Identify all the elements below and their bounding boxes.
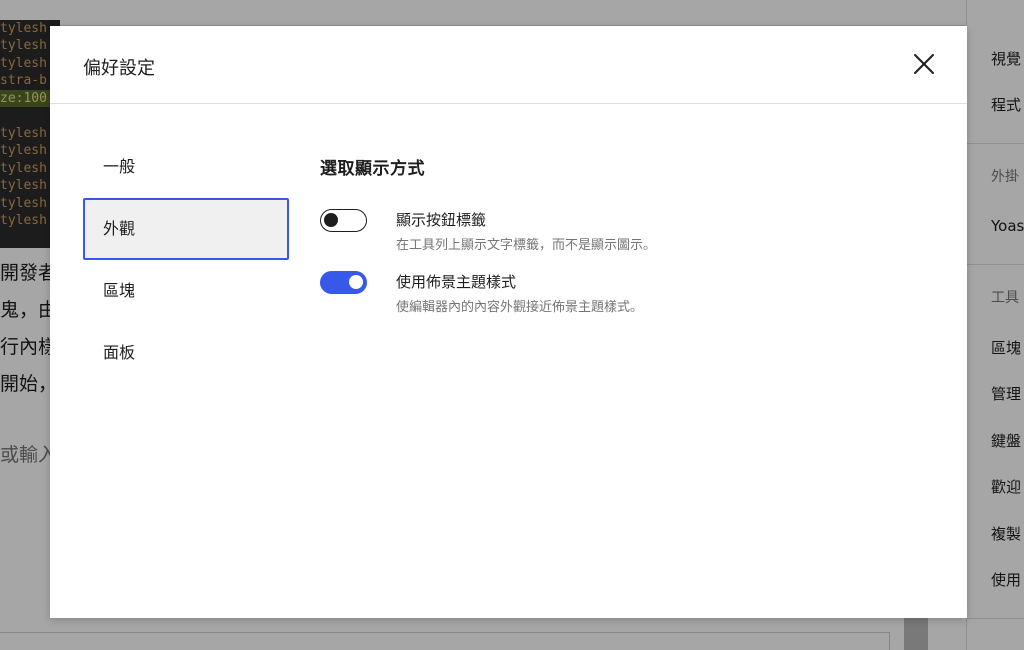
modal-header: 偏好設定: [50, 26, 967, 104]
section-title: 選取顯示方式: [320, 159, 425, 179]
option-label: 使用佈景主題樣式: [396, 273, 517, 291]
option-help: 使編輯器內的內容外觀接近佈景主題樣式。: [396, 300, 644, 315]
toggle-use-theme-styles[interactable]: [320, 271, 367, 294]
tab-panels[interactable]: 面板: [83, 322, 289, 384]
appearance-section: 選取顯示方式 顯示按鈕標籤 在工具列上顯示文字標籤，而不是顯示圖示。 使用佈景主…: [320, 154, 920, 333]
toggle-knob: [349, 275, 363, 289]
option-help: 在工具列上顯示文字標籤，而不是顯示圖示。: [396, 238, 657, 253]
tab-blocks[interactable]: 區塊: [83, 260, 289, 322]
modal-title: 偏好設定: [83, 58, 155, 79]
close-button[interactable]: [911, 51, 937, 77]
option-label: 顯示按鈕標籤: [396, 211, 487, 229]
option-show-button-labels: 顯示按鈕標籤 在工具列上顯示文字標籤，而不是顯示圖示。: [320, 209, 920, 271]
option-use-theme-styles: 使用佈景主題樣式 使編輯器內的內容外觀接近佈景主題樣式。: [320, 271, 920, 333]
close-icon: [914, 54, 934, 74]
tab-appearance[interactable]: 外觀: [83, 198, 289, 260]
toggle-knob: [324, 213, 338, 227]
preferences-nav: 一般 外觀 區塊 面板: [83, 136, 289, 384]
preferences-modal: 偏好設定 一般 外觀 區塊 面板 選取顯示方式 顯示按鈕標籤 在工具列上顯示文字…: [50, 26, 967, 618]
tab-general[interactable]: 一般: [83, 136, 289, 198]
toggle-show-button-labels[interactable]: [320, 209, 367, 232]
